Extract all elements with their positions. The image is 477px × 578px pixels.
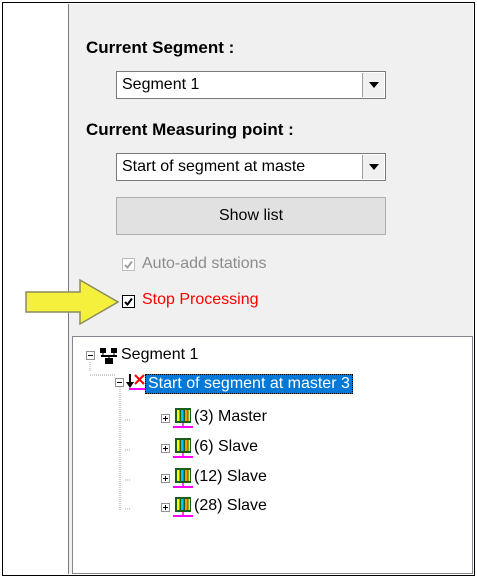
segment-dropdown[interactable]: Segment 1: [116, 71, 386, 99]
frame-top-border: [2, 2, 475, 3]
plus-icon: [163, 446, 168, 451]
frame-left-border: [2, 2, 3, 576]
frame-bottom-border: [2, 575, 475, 576]
device-icon: [173, 468, 193, 488]
tree-item-station[interactable]: (6) Slave: [194, 438, 258, 456]
tree-expand-toggle[interactable]: [161, 474, 170, 483]
chevron-down-icon: [368, 82, 379, 88]
check-icon: [124, 260, 133, 270]
stop-processing-checkbox[interactable]: [122, 295, 135, 308]
segment-tree[interactable]: Segment 1 Start of segment at master 3 (…: [72, 336, 473, 574]
tree-expand-toggle[interactable]: [161, 503, 170, 512]
device-icon: [173, 438, 193, 458]
stop-processing-label: Stop Processing: [142, 291, 259, 308]
device-icon: [173, 408, 193, 428]
plus-icon: [163, 476, 168, 481]
segment-dropdown-value: Segment 1: [122, 76, 200, 93]
tree-expand-toggle[interactable]: [161, 414, 170, 423]
device-icon: [173, 497, 193, 517]
measuring-point-dropdown-button[interactable]: [362, 155, 384, 179]
measuring-point-label: Current Measuring point :: [86, 120, 294, 139]
tree-item-segment[interactable]: Segment 1: [121, 346, 198, 364]
segment-label: Current Segment :: [86, 38, 235, 57]
auto-add-stations-label: Auto-add stations: [142, 255, 267, 272]
show-list-button[interactable]: Show list: [116, 197, 386, 235]
tree-item-measuring-point[interactable]: Start of segment at master 3: [145, 374, 353, 394]
minus-icon: [117, 382, 122, 383]
measuring-point-icon: [126, 374, 145, 390]
tree-item-station[interactable]: (3) Master: [194, 408, 267, 426]
frame-right-border: [474, 2, 475, 576]
tree-item-station[interactable]: (28) Slave: [194, 497, 267, 515]
auto-add-stations-checkbox[interactable]: [122, 258, 135, 271]
minus-icon: [88, 355, 93, 356]
tree-collapse-toggle[interactable]: [115, 378, 124, 387]
tree-expand-toggle[interactable]: [161, 444, 170, 453]
segment-dropdown-button[interactable]: [362, 73, 384, 97]
measuring-point-dropdown[interactable]: Start of segment at maste: [116, 153, 386, 181]
tree-item-station[interactable]: (12) Slave: [194, 468, 267, 486]
measuring-point-dropdown-value: Start of segment at maste: [122, 158, 306, 175]
plus-icon: [163, 416, 168, 421]
network-icon: [100, 348, 117, 364]
window-frame: Current Segment : Segment 1 Current Meas…: [0, 0, 477, 578]
plus-icon: [163, 505, 168, 510]
yellow-arrow-icon: [25, 278, 120, 326]
check-icon: [124, 297, 133, 307]
tree-collapse-toggle[interactable]: [86, 351, 95, 360]
chevron-down-icon: [368, 164, 379, 170]
